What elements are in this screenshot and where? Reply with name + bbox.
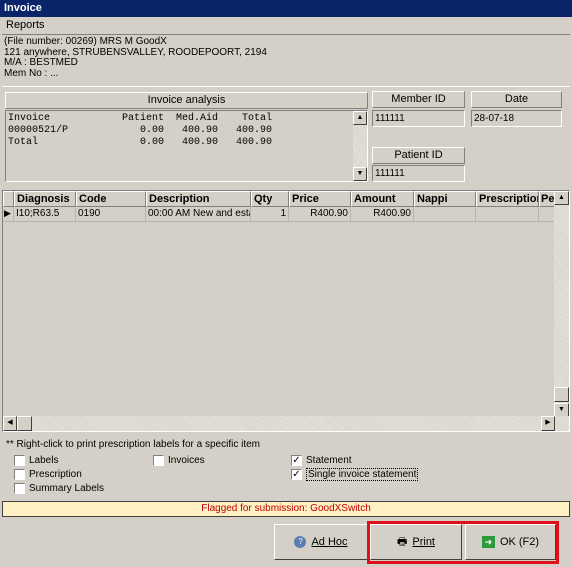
cell-pe[interactable] — [539, 207, 555, 222]
menu-bar: Reports — [0, 17, 572, 34]
scroll-left-icon[interactable]: ◀ — [3, 416, 17, 431]
summary-labels-checkbox[interactable]: Summary Labels — [14, 482, 104, 495]
column-prescription[interactable]: Prescription — [476, 191, 539, 207]
patient-id-value: 111111 — [372, 165, 465, 182]
ad-hoc-button[interactable]: ? Ad Hoc — [274, 524, 368, 560]
ad-hoc-button-label: Ad Hoc — [311, 536, 348, 548]
scroll-right-icon[interactable]: ▶ — [541, 416, 555, 431]
highlight-frame — [367, 521, 559, 564]
right-click-hint: ** Right-click to print prescription lab… — [6, 439, 260, 450]
single-invoice-statement-checkbox[interactable]: ✓ Single invoice statement — [291, 468, 419, 481]
column-price[interactable]: Price — [289, 191, 351, 207]
cell-description[interactable]: 00:00 AM New and esta — [146, 207, 251, 222]
invoices-checkbox[interactable]: Invoices — [153, 454, 205, 467]
checkmark-icon[interactable]: ✓ — [291, 469, 302, 480]
checkbox-box[interactable] — [14, 455, 25, 466]
column-qty[interactable]: Qty — [251, 191, 289, 207]
grid-header-row: Diagnosis Code Description Qty Price Amo… — [3, 191, 555, 207]
invoices-checkbox-label: Invoices — [168, 455, 205, 466]
cell-qty[interactable]: 1 — [251, 207, 289, 222]
date-label: Date — [471, 91, 562, 108]
patient-member-number-line: Mem No : ... — [4, 67, 59, 79]
single-invoice-statement-label: Single invoice statement — [306, 468, 419, 481]
checkmark-icon[interactable]: ✓ — [291, 455, 302, 466]
prescription-checkbox-label: Prescription — [29, 469, 82, 480]
column-amount[interactable]: Amount — [351, 191, 414, 207]
cell-amount[interactable]: R400.90 — [351, 207, 414, 222]
scroll-up-icon[interactable]: ▲ — [353, 111, 367, 125]
patient-details: (File number: 00269) MRS M GoodX 121 any… — [2, 34, 570, 87]
column-code[interactable]: Code — [76, 191, 146, 207]
current-row-icon: ▶ — [3, 207, 14, 222]
column-pe[interactable]: Pe — [539, 191, 555, 207]
invoice-analysis-header: Invoice analysis — [5, 92, 368, 109]
patient-medical-aid-line: M/A : BESTMED — [4, 57, 78, 68]
flagged-status-bar: Flagged for submission: GoodXSwitch — [2, 501, 570, 517]
analysis-scrollbar[interactable]: ▲ ▼ — [353, 111, 367, 181]
cell-nappi[interactable] — [414, 207, 476, 222]
cell-code[interactable]: 0190 — [76, 207, 146, 222]
column-diagnosis[interactable]: Diagnosis — [14, 191, 76, 207]
statement-checkbox[interactable]: ✓ Statement — [291, 454, 352, 467]
window-title: Invoice — [0, 0, 572, 17]
patient-file-line: (File number: 00269) MRS M GoodX — [4, 36, 167, 47]
cell-price[interactable]: R400.90 — [289, 207, 351, 222]
prescription-checkbox[interactable]: Prescription — [14, 468, 82, 481]
invoice-items-grid: Diagnosis Code Description Qty Price Amo… — [2, 190, 570, 432]
scroll-down-icon[interactable]: ▼ — [554, 403, 569, 417]
summary-labels-checkbox-label: Summary Labels — [29, 483, 105, 494]
member-id-label: Member ID — [372, 91, 465, 108]
scroll-up-icon[interactable]: ▲ — [554, 191, 569, 205]
date-value: 28-07-18 — [471, 110, 562, 127]
checkbox-box[interactable] — [14, 483, 25, 494]
column-nappi[interactable]: Nappi — [414, 191, 476, 207]
labels-checkbox[interactable]: Labels — [14, 454, 58, 467]
checkbox-box[interactable] — [14, 469, 25, 480]
scroll-thumb[interactable] — [17, 416, 32, 431]
table-row[interactable]: ▶ I10;R63.5 0190 00:00 AM New and esta 1… — [3, 207, 555, 222]
statement-checkbox-label: Statement — [306, 455, 352, 466]
patient-address-line: 121 anywhere, STRUBENSVALLEY, ROODEPOORT… — [4, 46, 267, 58]
column-description[interactable]: Description — [146, 191, 251, 207]
question-icon: ? — [294, 536, 307, 548]
patient-id-label: Patient ID — [372, 147, 465, 164]
print-options: ** Right-click to print prescription lab… — [2, 434, 570, 498]
grid-vertical-scrollbar[interactable]: ▲ ▼ — [554, 191, 569, 417]
row-indicator-header — [3, 191, 14, 207]
scroll-thumb[interactable] — [554, 387, 569, 402]
invoice-analysis-text: Invoice Patient Med.Aid Total 00000521/P… — [8, 113, 273, 148]
checkbox-box[interactable] — [153, 455, 164, 466]
menu-item-reports[interactable]: Reports — [4, 19, 47, 31]
labels-checkbox-label: Labels — [29, 455, 59, 466]
scroll-down-icon[interactable]: ▼ — [353, 167, 367, 181]
grid-horizontal-scrollbar[interactable]: ◀ ▶ — [3, 416, 569, 431]
cell-diagnosis[interactable]: I10;R63.5 — [14, 207, 76, 222]
member-id-value: 111111 — [372, 110, 465, 127]
cell-prescription[interactable] — [476, 207, 539, 222]
invoice-analysis-panel: Invoice Patient Med.Aid Total 00000521/P… — [5, 110, 368, 182]
